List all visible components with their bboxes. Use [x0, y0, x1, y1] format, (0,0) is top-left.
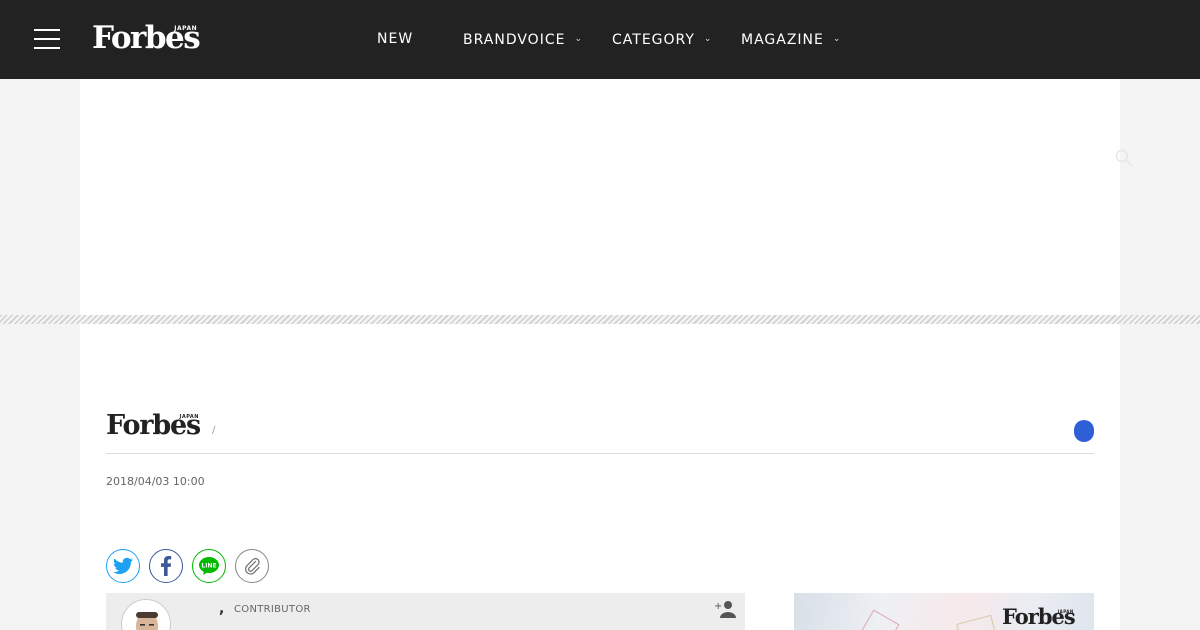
- article-date: 2018/04/03 10:00: [106, 475, 205, 488]
- category-badge[interactable]: [1074, 420, 1094, 442]
- nav-item-category[interactable]: CATEGORY ⌄: [612, 30, 712, 49]
- logo-subtitle: JAPAN: [179, 414, 199, 420]
- section-header: Forbes JAPAN /: [106, 410, 1094, 454]
- line-icon-text: LINE: [201, 563, 216, 570]
- breadcrumb-separator: /: [212, 425, 216, 436]
- paperclip-icon: [244, 557, 260, 575]
- magazine-promo-card[interactable]: Forbes JAPAN: [794, 593, 1094, 630]
- ad-banner-area: [80, 79, 1120, 315]
- nav-item-magazine[interactable]: MAGAZINE ⌄: [741, 30, 841, 49]
- follow-author-icon[interactable]: +: [714, 600, 736, 618]
- top-navigation-bar: Forbes JAPAN NEW BRANDVOICE ⌄ CATEGORY ⌄ M…: [0, 0, 1200, 79]
- svg-text:+: +: [714, 601, 722, 612]
- author-box: , CONTRIBUTOR +: [106, 593, 745, 630]
- facebook-share-button[interactable]: [149, 549, 183, 583]
- divider-stripe: [0, 315, 1200, 324]
- nav-label: CATEGORY: [612, 32, 695, 48]
- promo-decoration: [956, 614, 998, 630]
- search-icon[interactable]: [1115, 149, 1133, 167]
- author-avatar[interactable]: [121, 599, 171, 630]
- promo-decoration: [858, 609, 900, 630]
- nav-item-brandvoice[interactable]: BRANDVOICE ⌄: [463, 30, 583, 49]
- section-forbes-logo[interactable]: Forbes JAPAN: [106, 410, 201, 442]
- logo-wordmark: Forbes: [1002, 604, 1076, 629]
- author-portrait: [136, 612, 158, 630]
- copy-link-button[interactable]: [235, 549, 269, 583]
- nav-label: NEW: [377, 31, 414, 47]
- chevron-down-icon: ⌄: [703, 34, 713, 44]
- nav-label: MAGAZINE: [741, 32, 824, 48]
- promo-forbes-logo: Forbes JAPAN: [1002, 603, 1076, 630]
- line-share-button[interactable]: LINE: [192, 549, 226, 583]
- line-icon: LINE: [199, 557, 219, 575]
- nav-item-new[interactable]: NEW: [377, 30, 413, 48]
- main-column: [80, 79, 1120, 630]
- twitter-share-button[interactable]: [106, 549, 140, 583]
- nav-label: BRANDVOICE: [463, 32, 566, 48]
- forbes-japan-logo[interactable]: Forbes JAPAN: [92, 18, 201, 58]
- hamburger-menu-icon[interactable]: [34, 29, 60, 49]
- chevron-down-icon: ⌄: [574, 34, 583, 44]
- author-name[interactable]: ,: [219, 601, 224, 617]
- twitter-icon: [113, 557, 133, 574]
- author-role: CONTRIBUTOR: [234, 604, 311, 615]
- logo-subtitle: JAPAN: [1057, 609, 1074, 614]
- facebook-icon: [161, 556, 172, 576]
- logo-subtitle: JAPAN: [174, 25, 198, 32]
- chevron-down-icon: ⌄: [832, 34, 842, 44]
